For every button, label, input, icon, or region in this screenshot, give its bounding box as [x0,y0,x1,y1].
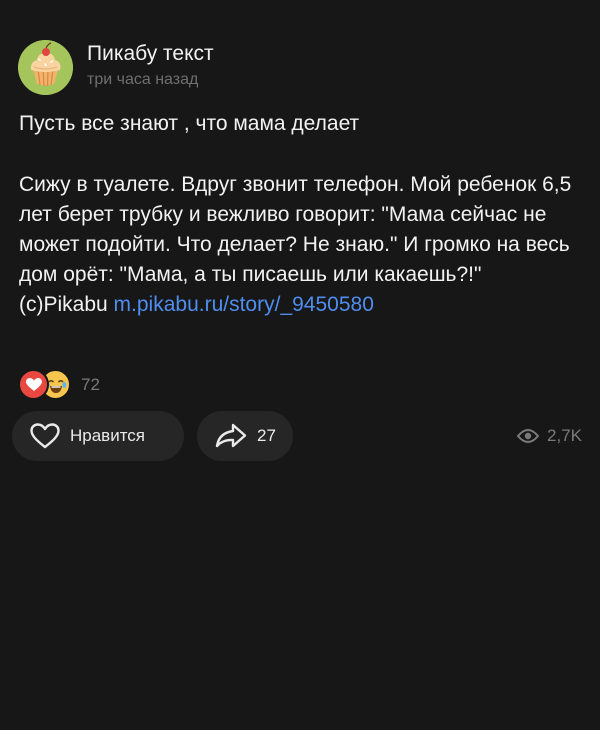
post-card: Пикабу текст три часа назад Пусть все зн… [0,0,600,730]
post-source: (c)Pikabu m.pikabu.ru/story/_9450580 [19,290,584,320]
channel-name[interactable]: Пикабу текст [87,41,214,67]
share-count: 27 [257,426,276,445]
share-arrow-icon [215,423,247,448]
post-header: Пикабу текст три часа назад [18,40,214,95]
cupcake-icon [18,40,73,95]
views-counter: 2,7K [517,411,582,461]
post-time: три часа назад [87,70,199,88]
like-label: Нравится [70,426,146,445]
views-count: 2,7K [547,426,582,445]
post-actions: Нравится 27 2,7K [12,411,588,461]
heart-outline-icon [30,423,60,449]
channel-avatar[interactable] [18,40,73,95]
like-button[interactable]: Нравится [12,411,184,461]
reactions-count: 72 [81,374,100,394]
source-prefix: (c)Pikabu [19,293,108,316]
eye-icon [517,429,540,443]
source-link[interactable]: m.pikabu.ru/story/_9450580 [114,293,374,316]
post-body: Сижу в туалете. Вдруг звонит телефон. Мо… [19,170,584,320]
post-text: Сижу в туалете. Вдруг звонит телефон. Мо… [19,173,572,286]
heart-reaction-icon [18,369,49,400]
share-button[interactable]: 27 [197,411,293,461]
reactions-bar[interactable]: 72 [18,369,100,400]
post-title: Пусть все знают , что мама делает [19,112,360,135]
channel-info: Пикабу текст три часа назад [87,42,214,91]
